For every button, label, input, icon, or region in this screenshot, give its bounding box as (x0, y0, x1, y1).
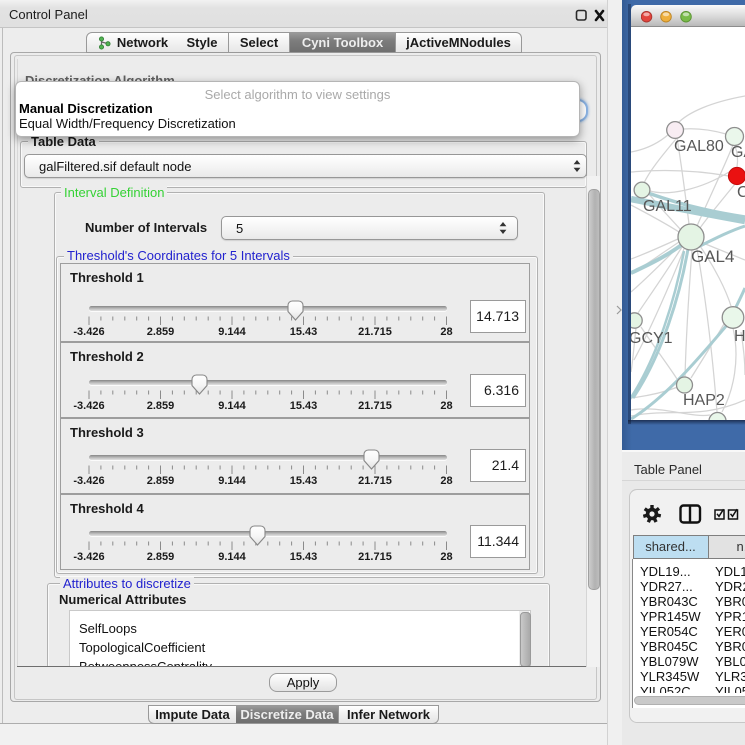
svg-text:H: H (734, 328, 745, 345)
svg-text:GCY1: GCY1 (631, 330, 673, 347)
svg-text:GAL11: GAL11 (643, 198, 692, 215)
svg-text:C: C (737, 184, 745, 201)
svg-text:GA: GA (731, 144, 745, 161)
svg-text:HAP2: HAP2 (683, 392, 725, 409)
svg-text:GAL4: GAL4 (691, 247, 734, 266)
svg-text:GAL80: GAL80 (674, 138, 724, 155)
